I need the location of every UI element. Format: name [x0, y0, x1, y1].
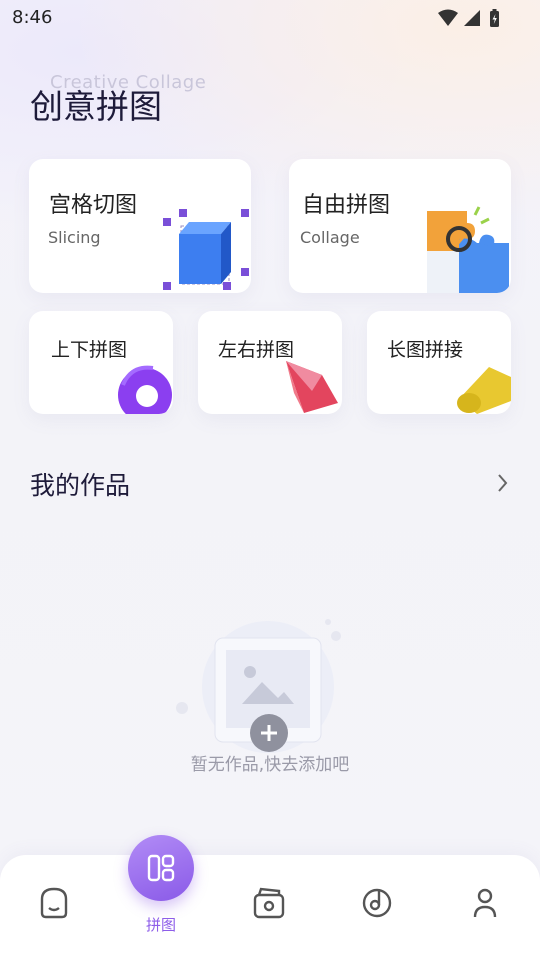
gem-icon — [286, 361, 338, 413]
chevron-right-icon[interactable] — [490, 470, 514, 496]
bottom-tab-bar — [0, 855, 540, 960]
slicing-title: 宫格切图 — [49, 193, 138, 218]
person-icon[interactable] — [465, 883, 505, 923]
slicing-card[interactable]: 宫格切图 Slicing — [29, 159, 251, 293]
torus-icon — [118, 365, 172, 414]
tab-collage-label[interactable]: 拼图 — [128, 914, 194, 935]
horizontal-collage-card[interactable]: 左右拼图 — [198, 311, 342, 414]
puzzle-icon — [427, 206, 509, 293]
status-bar: 8:46 — [0, 0, 540, 36]
add-icon — [250, 714, 288, 752]
grid-layout-icon — [147, 854, 175, 882]
long-image-card[interactable]: 长图拼接 — [367, 311, 511, 414]
long-image-title: 长图拼接 — [387, 339, 464, 361]
wallet-photo-icon[interactable] — [249, 883, 289, 923]
tab-collage[interactable] — [128, 835, 194, 901]
collage-title: 自由拼图 — [302, 193, 391, 218]
signal-icon — [464, 10, 480, 26]
cylinder-icon — [457, 367, 511, 414]
collage-subtitle: Collage — [300, 228, 360, 247]
status-time: 8:46 — [12, 7, 53, 28]
wifi-icon — [438, 9, 458, 26]
page-title: 创意拼图 — [30, 87, 162, 126]
collage-card[interactable]: 自由拼图 Collage — [289, 159, 511, 293]
slicing-subtitle: Slicing — [48, 228, 101, 247]
vertical-collage-card[interactable]: 上下拼图 — [29, 311, 173, 414]
status-icons — [438, 9, 499, 27]
my-works-title: 我的作品 — [30, 471, 131, 500]
empty-works-text: 暂无作品,快去添加吧 — [190, 755, 350, 775]
face-home-icon[interactable] — [34, 883, 74, 923]
empty-works-illustration — [176, 619, 341, 753]
cube-icon — [163, 209, 249, 290]
battery-icon — [490, 9, 499, 27]
music-disc-icon[interactable] — [357, 883, 397, 923]
